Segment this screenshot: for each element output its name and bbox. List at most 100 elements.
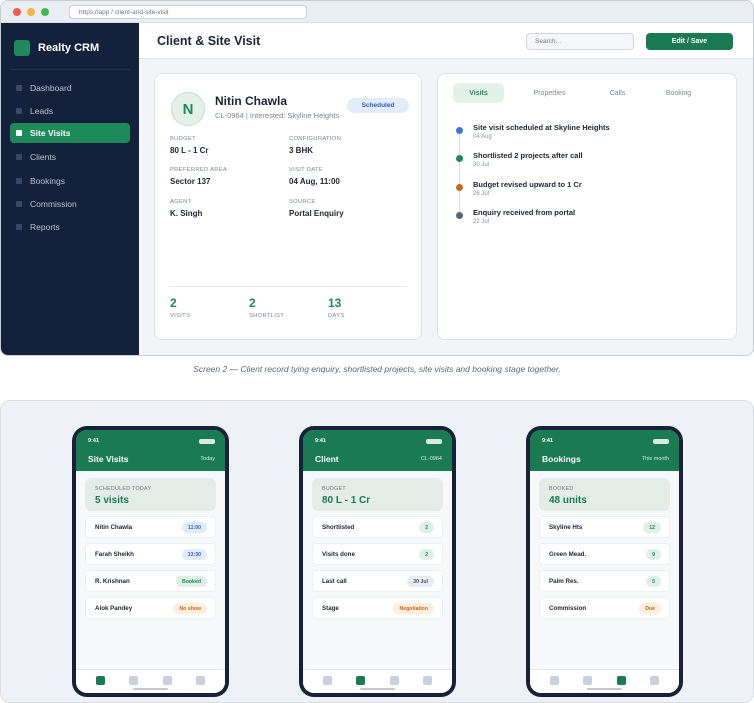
summary-label: BOOKED — [549, 486, 574, 492]
phone-header: 9:41 Bookings This month — [530, 430, 679, 471]
tab-calls[interactable]: Calls — [595, 83, 640, 103]
edit-save-button[interactable]: Edit / Save — [646, 33, 733, 50]
status-time: 9:41 — [88, 438, 100, 444]
site-visits-icon — [16, 130, 22, 136]
nav-profile-icon[interactable] — [196, 676, 205, 685]
list-item-label: Visits done — [322, 551, 355, 558]
battery-icon — [199, 439, 215, 444]
list-item-badge: Due — [639, 603, 661, 614]
nav-calendar-icon[interactable] — [163, 676, 172, 685]
sidebar-item-leads[interactable]: Leads — [10, 101, 130, 121]
timeline-dot — [456, 212, 463, 219]
list-item[interactable]: Skyline Hts 12 — [539, 516, 670, 538]
status-badge: Scheduled — [347, 98, 409, 113]
nav-calendar-icon[interactable] — [390, 676, 399, 685]
leads-icon — [16, 108, 22, 114]
list-item-label: Skyline Hts — [549, 524, 583, 531]
visits-stat-label: VISITS — [170, 313, 191, 319]
bookings-icon — [16, 178, 22, 184]
activity-card: Visits Properties Calls Booking Site vis… — [437, 73, 737, 340]
home-indicator — [133, 688, 168, 690]
nav-home-icon[interactable] — [550, 676, 559, 685]
client-subtitle: CL-0964 | Interested: Skyline Heights — [215, 111, 340, 120]
battery-icon — [426, 439, 442, 444]
sidebar-item-commission[interactable]: Commission — [10, 194, 130, 214]
list-item-label: Shortlisted — [322, 524, 355, 531]
nav-list-icon[interactable] — [356, 676, 365, 685]
nav-home-icon[interactable] — [323, 676, 332, 685]
list-item[interactable]: Farah Sheikh 13:30 — [85, 543, 216, 565]
client-card: N Nitin Chawla CL-0964 | Interested: Sky… — [154, 73, 422, 340]
close-window-dot[interactable] — [13, 8, 21, 16]
nav-list-icon[interactable] — [129, 676, 138, 685]
sidebar-item-bookings[interactable]: Bookings — [10, 171, 130, 191]
sidebar-item-clients[interactable]: Clients — [10, 147, 130, 167]
home-indicator — [360, 688, 395, 690]
sidebar-item-site-visits[interactable]: Site Visits — [10, 123, 130, 143]
timeline-dot — [456, 155, 463, 162]
nav-profile-icon[interactable] — [650, 676, 659, 685]
sidebar-item-reports[interactable]: Reports — [10, 217, 130, 237]
source-label: SOURCE — [289, 199, 316, 205]
sidebar-item-label: Bookings — [30, 176, 65, 186]
list-item[interactable]: Shortlisted 2 — [312, 516, 443, 538]
agent-label: AGENT — [170, 199, 192, 205]
list-item-badge: Booked — [175, 576, 207, 587]
battery-icon — [653, 439, 669, 444]
configuration-label: CONFIGURATION — [289, 136, 342, 142]
sidebar-item-dashboard[interactable]: Dashboard — [10, 78, 130, 98]
browser-chrome: https://app / client-and-site-visit — [1, 1, 753, 23]
summary-card: SCHEDULED TODAY 5 visits — [85, 478, 216, 511]
days-stat-value: 13 — [328, 296, 342, 310]
sidebar: Realty CRM Dashboard Leads Site Visits C… — [1, 23, 139, 355]
visit-date-value: 04 Aug, 11:00 — [289, 177, 340, 186]
list-item[interactable]: Palm Res. 5 — [539, 570, 670, 592]
nav-calendar-icon[interactable] — [617, 676, 626, 685]
brand-logo-icon — [14, 40, 30, 56]
bottom-nav — [303, 669, 452, 693]
maximize-window-dot[interactable] — [41, 8, 49, 16]
timeline-title: Enquiry received from portal — [473, 208, 576, 217]
page-title: Client & Site Visit — [157, 34, 261, 48]
phone-title: Client — [315, 454, 339, 464]
list-item[interactable]: Stage Negotiation — [312, 597, 443, 619]
sidebar-item-label: Commission — [30, 199, 77, 209]
phone-site-visits: 9:41 Site Visits Today SCHEDULED TODAY 5… — [72, 426, 229, 697]
nav-profile-icon[interactable] — [423, 676, 432, 685]
summary-label: SCHEDULED TODAY — [95, 486, 152, 492]
list-item[interactable]: R. Krishnan Booked — [85, 570, 216, 592]
timeline-date: 26 Jul — [473, 191, 490, 197]
list-item-badge: 5 — [646, 576, 661, 587]
summary-value: 80 L - 1 Cr — [322, 495, 371, 506]
clients-icon — [16, 154, 22, 160]
card-divider — [169, 286, 407, 287]
summary-card: BOOKED 48 units — [539, 478, 670, 511]
timeline-date: 22 Jul — [473, 219, 490, 225]
summary-value: 48 units — [549, 495, 587, 506]
reports-icon — [16, 224, 22, 230]
brand-name: Realty CRM — [38, 42, 100, 54]
list-item[interactable]: Alok Pandey No show — [85, 597, 216, 619]
list-item[interactable]: Last call 30 Jul — [312, 570, 443, 592]
phone-header: 9:41 Site Visits Today — [76, 430, 225, 471]
tab-properties[interactable]: Properties — [521, 83, 578, 103]
nav-list-icon[interactable] — [583, 676, 592, 685]
sidebar-item-label: Reports — [30, 222, 60, 232]
list-item-badge: 11:00 — [182, 522, 207, 533]
list-item[interactable]: Commission Due — [539, 597, 670, 619]
address-bar[interactable]: https://app / client-and-site-visit — [69, 5, 307, 19]
timeline-dot — [456, 184, 463, 191]
list-item-badge: No show — [173, 603, 207, 614]
search-input[interactable] — [526, 33, 634, 50]
tab-booking[interactable]: Booking — [652, 83, 705, 103]
summary-value: 5 visits — [95, 495, 129, 506]
list-item-badge: 12 — [643, 522, 661, 533]
minimize-window-dot[interactable] — [27, 8, 35, 16]
nav-home-icon[interactable] — [96, 676, 105, 685]
tab-visits[interactable]: Visits — [453, 83, 504, 103]
list-item[interactable]: Nitin Chawla 11:00 — [85, 516, 216, 538]
visits-stat-value: 2 — [170, 296, 177, 310]
avatar: N — [171, 92, 205, 126]
list-item[interactable]: Visits done 2 — [312, 543, 443, 565]
list-item[interactable]: Green Mead. 9 — [539, 543, 670, 565]
